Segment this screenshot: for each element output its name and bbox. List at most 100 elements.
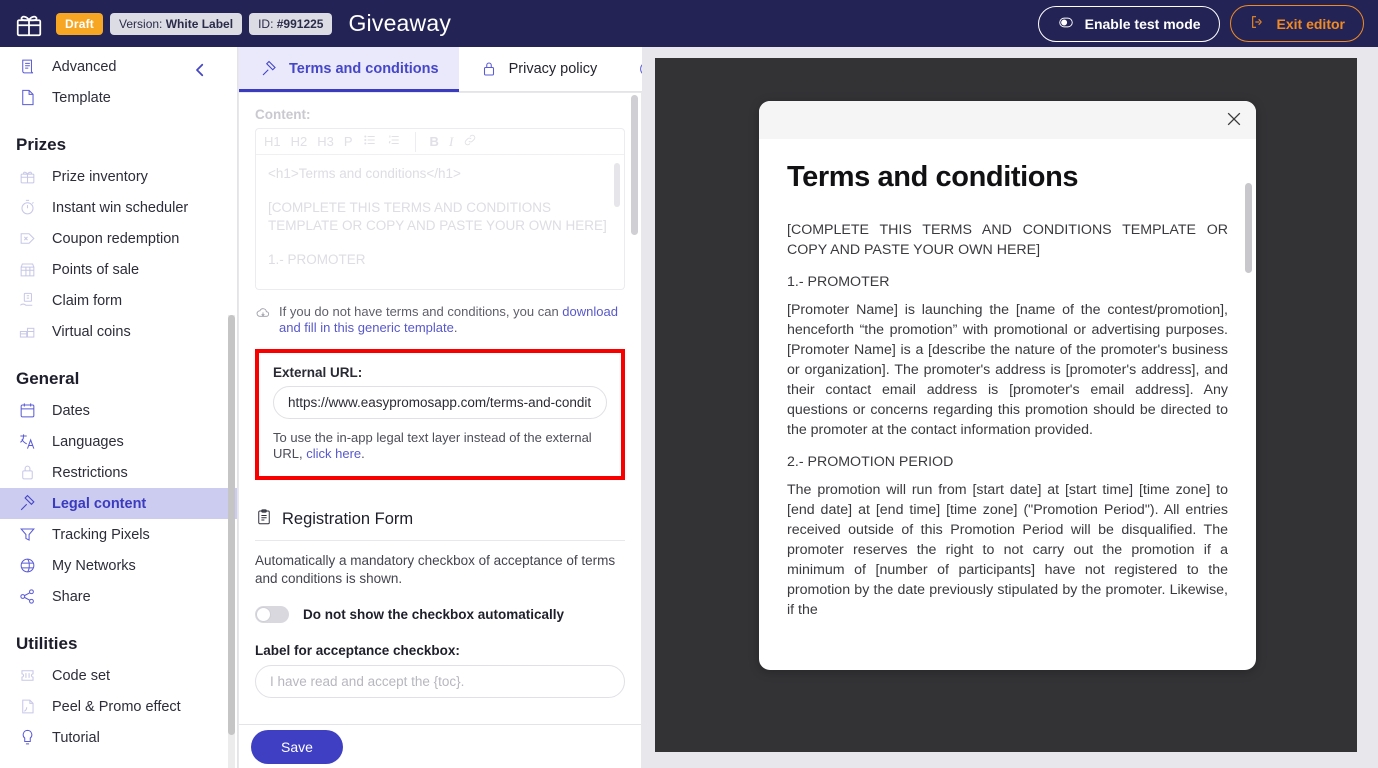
sidebar-item-template[interactable]: Template: [0, 82, 237, 113]
modal-paragraph: The promotion will run from [start date]…: [787, 482, 1228, 618]
modal-paragraph: [Promoter Name] is launching the [name o…: [787, 302, 1228, 438]
editor-h3-button[interactable]: H3: [317, 134, 334, 149]
sidebar-item-label: Languages: [52, 433, 124, 450]
status-badge-draft: Draft: [56, 12, 104, 35]
acceptance-checkbox-label-input[interactable]: [255, 665, 625, 698]
clipboard-icon: [255, 508, 273, 531]
sidebar-item-my-networks[interactable]: My Networks: [0, 550, 237, 581]
sidebar-group-heading-utilities: Utilities: [16, 634, 78, 653]
external-url-label: External URL:: [273, 365, 363, 380]
sidebar: Advanced Template Prizes Prize inventory…: [0, 47, 238, 768]
sidebar-item-virtual-coins[interactable]: Virtual coins: [0, 316, 237, 347]
editor-paragraph-button[interactable]: P: [344, 134, 353, 149]
sidebar-item-legal-content[interactable]: Legal content: [0, 488, 237, 519]
sidebar-item-label: Template: [52, 89, 111, 106]
enable-test-mode-button[interactable]: Enable test mode: [1037, 5, 1220, 42]
sidebar-item-instant-win-scheduler[interactable]: Instant win scheduler: [0, 192, 237, 223]
rich-text-editor[interactable]: H1 H2 H3 P B I <h1>Terms and conditions<…: [255, 128, 625, 290]
top-bar-actions: Enable test mode Exit editor: [1037, 5, 1364, 42]
save-button[interactable]: Save: [251, 729, 343, 764]
sidebar-item-tutorial[interactable]: Tutorial: [0, 722, 237, 753]
in-app-legal-note: To use the in-app legal text layer inste…: [273, 430, 607, 462]
scroll-icon: [16, 56, 38, 78]
terms-modal: Terms and conditions [COMPLETE THIS TERM…: [759, 101, 1256, 670]
sidebar-item-claim-form[interactable]: Claim form: [0, 285, 237, 316]
bullet-list-icon[interactable]: [363, 133, 377, 150]
page-title: Giveaway: [348, 10, 452, 36]
share-icon: [16, 586, 38, 608]
sidebar-item-coupon-redemption[interactable]: Coupon redemption: [0, 223, 237, 254]
version-label: Version:: [119, 16, 163, 31]
sidebar-scrollbar-thumb[interactable]: [228, 315, 235, 735]
version-badge: Version: White Label: [110, 12, 243, 35]
funnel-icon: [16, 524, 38, 546]
editor-line-3: 1.- PROMOTER: [268, 252, 366, 267]
registration-form-title: Registration Form: [282, 510, 414, 528]
sidebar-item-code-set[interactable]: Code set: [0, 660, 237, 691]
exit-icon: [1249, 14, 1267, 33]
exit-editor-button[interactable]: Exit editor: [1229, 5, 1364, 42]
sidebar-scroll-content: Advanced Template Prizes Prize inventory…: [0, 47, 237, 753]
sidebar-item-label: Tracking Pixels: [52, 526, 150, 543]
editor-textarea[interactable]: <h1>Terms and conditions</h1> [COMPLETE …: [256, 155, 624, 289]
cloud-download-icon: [255, 305, 271, 321]
version-value: White Label: [165, 16, 234, 31]
sidebar-item-tracking-pixels[interactable]: Tracking Pixels: [0, 519, 237, 550]
id-label: ID:: [258, 16, 274, 31]
app-root: Draft Version: White Label ID: #991225 G…: [0, 0, 1378, 768]
modal-scrollbar-thumb[interactable]: [1245, 183, 1252, 273]
tab-label: Terms and conditions: [289, 61, 439, 77]
sidebar-item-label: Coupon redemption: [52, 230, 180, 247]
sidebar-item-peel-promo-effect[interactable]: Peel & Promo effect: [0, 691, 237, 722]
modal-paragraph: [COMPLETE THIS TERMS AND CONDITIONS TEMP…: [787, 222, 1228, 258]
external-url-input[interactable]: [273, 386, 607, 419]
acceptance-checkbox-label-title: Label for acceptance checkbox:: [255, 643, 460, 658]
editor-italic-button[interactable]: I: [449, 134, 453, 150]
hint-text: If you do not have terms and conditions,…: [279, 304, 563, 319]
hide-checkbox-toggle[interactable]: [255, 606, 289, 623]
sidebar-item-languages[interactable]: Languages: [0, 426, 237, 457]
sidebar-item-label: Peel & Promo effect: [52, 698, 181, 715]
sidebar-item-label: Restrictions: [52, 464, 128, 481]
sidebar-item-prize-inventory[interactable]: Prize inventory: [0, 161, 237, 192]
close-icon[interactable]: [1224, 109, 1244, 129]
click-here-link[interactable]: click here: [306, 446, 361, 461]
tab-privacy-policy[interactable]: Privacy policy: [459, 47, 618, 91]
sidebar-item-restrictions[interactable]: Restrictions: [0, 457, 237, 488]
gavel-icon: [259, 59, 279, 79]
lock-icon: [479, 59, 499, 79]
numbered-list-icon[interactable]: [387, 133, 401, 150]
lock-icon: [16, 462, 38, 484]
sidebar-item-label: Prize inventory: [52, 168, 148, 185]
hint-text-wrapper: If you do not have terms and conditions,…: [279, 304, 625, 336]
editor-bold-button[interactable]: B: [430, 134, 439, 149]
sidebar-item-dates[interactable]: Dates: [0, 395, 237, 426]
preview-pane: Terms and conditions [COMPLETE THIS TERM…: [642, 47, 1378, 768]
modal-heading: Terms and conditions: [787, 161, 1079, 193]
preview-stage: Terms and conditions [COMPLETE THIS TERM…: [655, 58, 1357, 752]
panel-scrollbar-thumb[interactable]: [631, 95, 638, 235]
tab-terms-and-conditions[interactable]: Terms and conditions: [239, 47, 459, 92]
chevron-left-icon[interactable]: [191, 61, 209, 83]
editor-scrollbar-thumb[interactable]: [614, 163, 620, 207]
link-icon[interactable]: [463, 133, 477, 150]
toggle-icon: [1057, 15, 1075, 33]
sidebar-item-points-of-sale[interactable]: Points of sale: [0, 254, 237, 285]
sidebar-item-share[interactable]: Share: [0, 581, 237, 612]
external-url-highlight-box: External URL: To use the in-app legal te…: [255, 349, 625, 480]
editor-h1-button[interactable]: H1: [264, 134, 281, 149]
hide-checkbox-toggle-row: Do not show the checkbox automatically: [255, 606, 625, 623]
coupon-icon: [16, 228, 38, 250]
calendar-icon: [16, 400, 38, 422]
sidebar-item-label: Virtual coins: [52, 323, 131, 340]
sidebar-item-label: Claim form: [52, 292, 123, 309]
bulb-icon: [16, 727, 38, 749]
top-bar: Draft Version: White Label ID: #991225 G…: [0, 0, 1378, 47]
sidebar-item-label: Dates: [52, 402, 90, 419]
modal-section-heading: 2.- PROMOTION PERIOD: [787, 454, 954, 470]
content-label: Content:: [255, 107, 311, 122]
registration-form-heading: Registration Form: [255, 508, 625, 541]
editor-h2-button[interactable]: H2: [291, 134, 308, 149]
sidebar-item-label: Tutorial: [52, 729, 100, 746]
sidebar-group-heading-prizes: Prizes: [16, 135, 67, 154]
